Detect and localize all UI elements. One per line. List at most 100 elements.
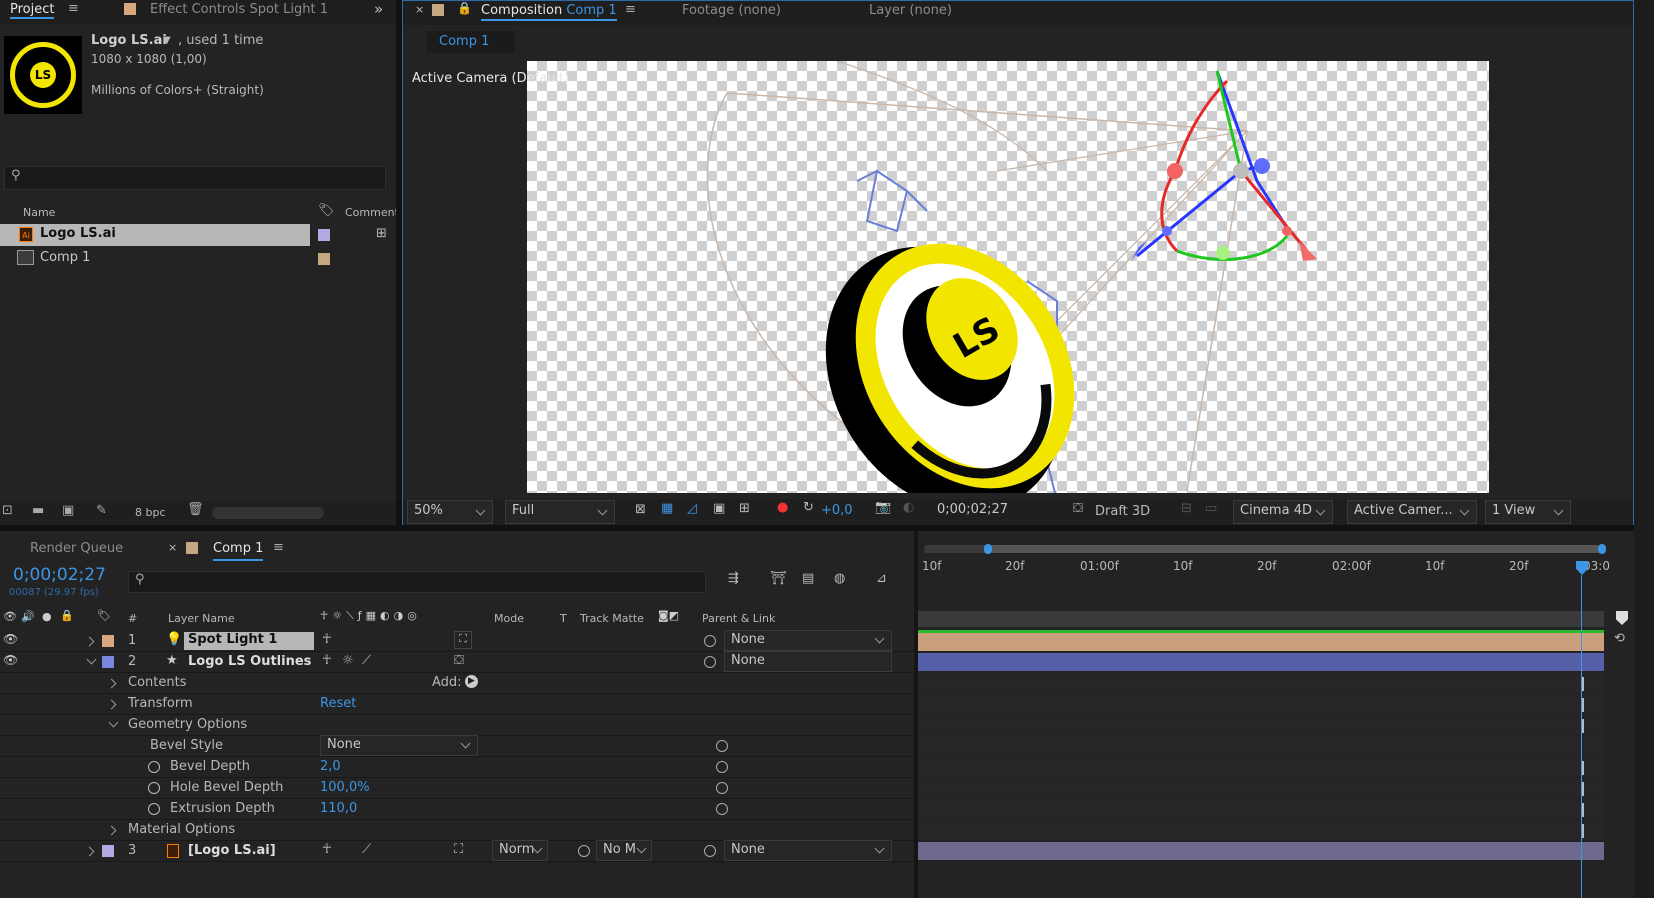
panel-overflow-icon[interactable]: »: [374, 0, 383, 18]
lock-icon[interactable]: 🔒: [60, 609, 74, 622]
parent-dropdown[interactable]: None: [724, 630, 892, 651]
project-item[interactable]: Ai Logo LS.ai: [0, 224, 310, 246]
extended-viewer-icon[interactable]: ⊟: [1181, 501, 1192, 516]
3d-layer-switch-icon[interactable]: ⛶: [454, 631, 472, 649]
layer-bar[interactable]: [918, 653, 1604, 671]
camera-dropdown[interactable]: Active Camer...: [1347, 500, 1477, 524]
chevron-right-icon[interactable]: [106, 825, 117, 836]
parent-dropdown[interactable]: None: [724, 651, 892, 672]
draft-3d-toggle-icon[interactable]: ⛩: [770, 571, 787, 586]
resolution-dropdown[interactable]: Full: [505, 500, 615, 524]
mask-visibility-icon[interactable]: ◿: [687, 501, 697, 516]
label-tag-icon[interactable]: 🏷: [97, 609, 111, 622]
bevel-style-dropdown[interactable]: None: [320, 735, 478, 756]
trash-icon[interactable]: 🗑: [187, 502, 204, 517]
snapshot-icon[interactable]: 📷: [875, 500, 891, 515]
close-tab-icon[interactable]: ×: [168, 541, 177, 554]
collapse-switch-icon[interactable]: ☼: [342, 653, 354, 668]
item-label-swatch[interactable]: [318, 229, 330, 241]
time-navigator[interactable]: [924, 544, 1606, 554]
grid-guides-icon[interactable]: ⊞: [739, 501, 750, 516]
add-property-button[interactable]: ▶: [465, 675, 478, 688]
reset-link[interactable]: Reset: [320, 696, 356, 711]
layer-row[interactable]: 3 [Logo LS.ai] ☥ ⟋ ⛶ Norm No M None: [0, 840, 918, 862]
draft-3d-icon[interactable]: ⛋: [1073, 501, 1083, 516]
adjust-project-settings-icon[interactable]: ✎: [96, 503, 107, 518]
pickwhip-icon[interactable]: [704, 656, 716, 668]
chevron-right-icon[interactable]: [106, 699, 117, 710]
flowchart-icon[interactable]: ⊞: [376, 226, 387, 241]
tab-render-queue[interactable]: Render Queue: [30, 541, 123, 556]
layer-label-swatch[interactable]: [102, 656, 114, 668]
new-composition-icon[interactable]: ▣: [62, 503, 74, 518]
navigator-end-handle[interactable]: [1598, 544, 1606, 554]
renderer-dropdown[interactable]: Cinema 4D: [1233, 500, 1333, 524]
frame-blending-icon[interactable]: ▤: [802, 571, 814, 586]
tab-comp-1[interactable]: Comp 1: [213, 541, 264, 561]
property-row[interactable]: Extrusion Depth 110,0: [0, 799, 918, 820]
3d-layer-switch-icon[interactable]: ⛶: [454, 842, 463, 857]
track-matte-dropdown[interactable]: No M: [596, 840, 652, 861]
parent-dropdown[interactable]: None: [724, 840, 892, 861]
tab-project[interactable]: Project: [10, 2, 55, 19]
stopwatch-icon[interactable]: [148, 782, 160, 794]
col-name-header[interactable]: Name: [23, 206, 55, 219]
item-label-swatch[interactable]: [318, 253, 330, 265]
show-snapshot-icon[interactable]: ◐: [903, 500, 914, 515]
bpc-button[interactable]: 8 bpc: [135, 506, 166, 519]
out-point-marker[interactable]: [1582, 824, 1584, 838]
comp-viewer[interactable]: LS: [527, 61, 1489, 493]
exposure-value[interactable]: +0,0: [821, 503, 853, 518]
chevron-down-icon[interactable]: [86, 654, 97, 665]
work-area-bar[interactable]: [918, 611, 1604, 627]
timeline-search-input[interactable]: ⚲: [128, 571, 706, 593]
tab-footage[interactable]: Footage (none): [682, 3, 781, 18]
video-eye-icon[interactable]: 👁: [3, 610, 17, 623]
shy-switch-icon[interactable]: ☥: [322, 632, 332, 647]
chevron-right-icon[interactable]: [84, 846, 95, 857]
new-folder-icon[interactable]: ▬: [32, 503, 44, 518]
asset-dropdown-icon[interactable]: ▼: [163, 35, 171, 46]
property-row[interactable]: Transform Reset: [0, 694, 918, 715]
composition-mini-flowchart-icon[interactable]: ⇶: [728, 571, 739, 586]
menu-icon[interactable]: ≡: [273, 540, 284, 555]
layer-bar-track[interactable]: [918, 841, 1604, 862]
quality-switch-icon[interactable]: ⟋: [362, 653, 371, 668]
layer-label-swatch[interactable]: [102, 635, 114, 647]
project-scrollbar[interactable]: [212, 507, 324, 519]
comp-marker-icon[interactable]: [1616, 611, 1628, 625]
tab-effect-controls[interactable]: Effect Controls Spot Light 1: [150, 2, 328, 17]
property-value[interactable]: 110,0: [320, 801, 357, 816]
shy-switch-icon[interactable]: ☥: [322, 842, 332, 857]
shy-switch-icon[interactable]: ☥: [322, 653, 332, 668]
time-ruler[interactable]: 10f 20f 01:00f 10f 20f 02:00f 10f 20f 03…: [918, 555, 1610, 579]
expression-pickwhip-icon[interactable]: [716, 803, 728, 815]
layer-name[interactable]: [Logo LS.ai]: [188, 843, 276, 858]
3d-ground-plane-icon[interactable]: ▭: [1205, 501, 1217, 516]
stopwatch-icon[interactable]: [148, 803, 160, 815]
layer-bar-track[interactable]: [918, 630, 1604, 652]
audio-icon[interactable]: 🔊: [21, 610, 35, 623]
quality-switch-icon[interactable]: ⟋: [362, 842, 371, 857]
property-row[interactable]: Material Options: [0, 820, 918, 841]
project-search-input[interactable]: ⚲: [4, 166, 386, 190]
region-of-interest-icon[interactable]: ▣: [713, 501, 725, 516]
current-time[interactable]: 0;00;02;27: [13, 565, 106, 585]
draft-3d-label[interactable]: Draft 3D: [1095, 504, 1150, 519]
navigator-range[interactable]: [988, 545, 1598, 553]
property-value[interactable]: 100,0%: [320, 780, 370, 795]
out-point-marker[interactable]: [1582, 803, 1584, 817]
expression-pickwhip-icon[interactable]: [716, 782, 728, 794]
chevron-right-icon[interactable]: [84, 636, 95, 647]
solo-icon[interactable]: ●: [42, 610, 52, 623]
out-point-marker[interactable]: [1582, 698, 1584, 712]
motion-blur-icon[interactable]: ◍: [834, 571, 845, 586]
comp-button-icon[interactable]: ⟲: [1614, 631, 1625, 646]
fast-previews-icon[interactable]: ⊠: [635, 502, 646, 517]
layer-bar[interactable]: [918, 633, 1604, 651]
expression-pickwhip-icon[interactable]: [716, 761, 728, 773]
property-row[interactable]: Bevel Style None: [0, 735, 918, 757]
zoom-dropdown[interactable]: 50%: [407, 500, 493, 524]
interpret-footage-icon[interactable]: ⊡: [2, 503, 13, 518]
layer-bar[interactable]: [918, 842, 1604, 860]
